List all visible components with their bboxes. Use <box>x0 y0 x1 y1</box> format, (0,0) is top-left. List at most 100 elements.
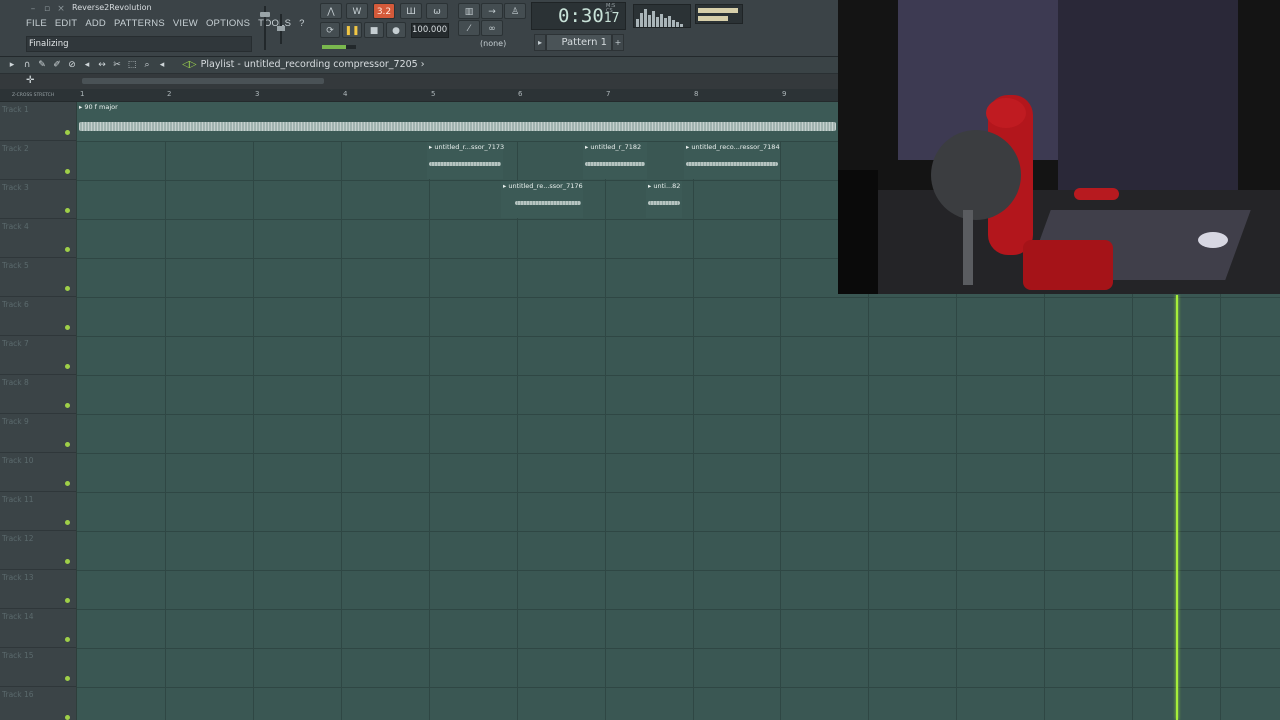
ruler-options[interactable]: Z-CROSS STRETCH <box>0 89 76 102</box>
track-enable-dot[interactable] <box>65 130 70 135</box>
brush-button[interactable]: ⁄ <box>458 20 480 36</box>
track-header[interactable]: Track 11 <box>0 492 76 531</box>
menu-help[interactable]: ? <box>299 18 304 32</box>
countdown-button[interactable]: 3.2 <box>373 3 395 19</box>
track-enable-dot[interactable] <box>65 286 70 291</box>
track-enable-dot[interactable] <box>65 364 70 369</box>
track-label: Track 4 <box>2 222 29 231</box>
track-header[interactable]: Track 8 <box>0 375 76 414</box>
audio-clip[interactable]: ▸ untitled_re...ssor_7176 <box>501 181 583 218</box>
track-enable-dot[interactable] <box>65 325 70 330</box>
clip-title-text: untitled_r...ssor_7173 <box>434 143 505 151</box>
restore-icon[interactable]: ▫ <box>42 4 52 14</box>
pattern-add-button[interactable]: + <box>612 34 624 51</box>
track-enable-dot[interactable] <box>65 169 70 174</box>
pattern-selector[interactable]: Pattern 1 <box>546 34 612 51</box>
menu-file[interactable]: FILE <box>26 18 47 32</box>
track-header[interactable]: Track 10 <box>0 453 76 492</box>
track-label: Track 8 <box>2 378 29 387</box>
pause-button[interactable]: ❚❚ <box>342 22 362 38</box>
track-header[interactable]: Track 14 <box>0 609 76 648</box>
track-header[interactable]: Track 1 <box>0 102 76 141</box>
track-enable-dot[interactable] <box>65 676 70 681</box>
audio-clip[interactable]: ▸ untitled_r...ssor_7173 <box>427 142 505 179</box>
move-icon[interactable]: ✛ <box>26 75 34 86</box>
track-header[interactable]: Track 7 <box>0 336 76 375</box>
track-enable-dot[interactable] <box>65 403 70 408</box>
mute-icon[interactable]: ◂ <box>81 59 93 71</box>
clip-waveform <box>515 201 581 205</box>
clip-title: ▸ untitled_r_7182 <box>585 143 642 151</box>
loop-record-button[interactable]: ω <box>426 3 448 19</box>
clip-waveform <box>686 162 778 166</box>
paint-icon[interactable]: ✐ <box>51 59 63 71</box>
stop-button[interactable]: ■ <box>364 22 384 38</box>
pattern-prev-button[interactable]: ▸ <box>534 34 546 51</box>
countdown-badge: 3.2 <box>376 7 392 17</box>
pattern-dropdown[interactable]: (none) <box>480 39 506 48</box>
track-label: Track 10 <box>2 456 34 465</box>
audio-clip[interactable]: ▸ unti...82 <box>646 181 682 218</box>
track-header[interactable]: Track 6 <box>0 297 76 336</box>
menu-add[interactable]: ADD <box>85 18 106 32</box>
piano-roll-button[interactable]: ▥ <box>458 3 480 19</box>
track-header[interactable]: Track 15 <box>0 648 76 687</box>
metronome-button[interactable]: ⋀ <box>320 3 342 19</box>
mixer-button[interactable]: ♙ <box>504 3 526 19</box>
select-icon[interactable]: ⬚ <box>126 59 138 71</box>
timeline-ruler[interactable]: Z-CROSS STRETCH 1 2 3 4 5 6 7 8 9 <box>0 89 838 102</box>
playhead[interactable] <box>1176 295 1178 720</box>
main-volume-bar[interactable] <box>322 45 356 49</box>
horizontal-scrollbar[interactable] <box>82 78 324 84</box>
playlist-subbar: ✛ <box>0 74 838 89</box>
tempo-display[interactable]: 100.000 <box>411 23 449 38</box>
wait-input-button[interactable]: W <box>346 3 368 19</box>
playback-icon[interactable]: ◂ <box>156 59 168 71</box>
draw-icon[interactable]: ✎ <box>36 59 48 71</box>
track-enable-dot[interactable] <box>65 481 70 486</box>
clip-waveform <box>585 162 645 166</box>
track-enable-dot[interactable] <box>65 520 70 525</box>
options-arrow-icon[interactable]: ▸ <box>6 59 18 71</box>
slip-icon[interactable]: ↔ <box>96 59 108 71</box>
audio-clip[interactable]: ▸ untitled_reco...ressor_7184 <box>684 142 780 179</box>
track-label: Track 5 <box>2 261 29 270</box>
minimize-icon[interactable]: – <box>28 4 38 14</box>
track-enable-dot[interactable] <box>65 598 70 603</box>
track-enable-dot[interactable] <box>65 559 70 564</box>
step-edit-button[interactable]: Ш <box>400 3 422 19</box>
master-volume-slider[interactable] <box>259 6 271 50</box>
slice-icon[interactable]: ✂ <box>111 59 123 71</box>
bar-number: 3 <box>255 90 260 98</box>
menu-view[interactable]: VIEW <box>173 18 198 32</box>
track-enable-dot[interactable] <box>65 637 70 642</box>
link-button[interactable]: ∞ <box>481 20 503 36</box>
arrow-right-icon: → <box>488 7 496 17</box>
track-header[interactable]: Track 3 <box>0 180 76 219</box>
master-pitch-slider[interactable] <box>277 14 285 44</box>
next-button[interactable]: → <box>481 3 503 19</box>
menu-edit[interactable]: EDIT <box>55 18 77 32</box>
track-header[interactable]: Track 12 <box>0 531 76 570</box>
track-enable-dot[interactable] <box>65 442 70 447</box>
track-header[interactable]: Track 9 <box>0 414 76 453</box>
audio-clip[interactable]: ▸ untitled_r_7182 <box>583 142 647 179</box>
magnet-icon[interactable]: ∩ <box>21 59 33 71</box>
track-enable-dot[interactable] <box>65 715 70 720</box>
loop-mode-button[interactable]: ⟳ <box>320 22 340 38</box>
menu-patterns[interactable]: PATTERNS <box>114 18 165 32</box>
track-header[interactable]: Track 13 <box>0 570 76 609</box>
wait-icon: W <box>352 7 362 17</box>
close-icon[interactable]: × <box>56 4 66 14</box>
track-enable-dot[interactable] <box>65 208 70 213</box>
track-enable-dot[interactable] <box>65 247 70 252</box>
record-button[interactable]: ● <box>386 22 406 38</box>
track-header[interactable]: Track 4 <box>0 219 76 258</box>
menu-options[interactable]: OPTIONS <box>206 18 250 32</box>
track-header[interactable]: Track 5 <box>0 258 76 297</box>
zoom-icon[interactable]: ⌕ <box>141 59 153 71</box>
track-header[interactable]: Track 2 <box>0 141 76 180</box>
track-header[interactable]: Track 16 <box>0 687 76 720</box>
audio-clip[interactable]: ▸ 90 f major <box>77 102 838 141</box>
delete-icon[interactable]: ⊘ <box>66 59 78 71</box>
